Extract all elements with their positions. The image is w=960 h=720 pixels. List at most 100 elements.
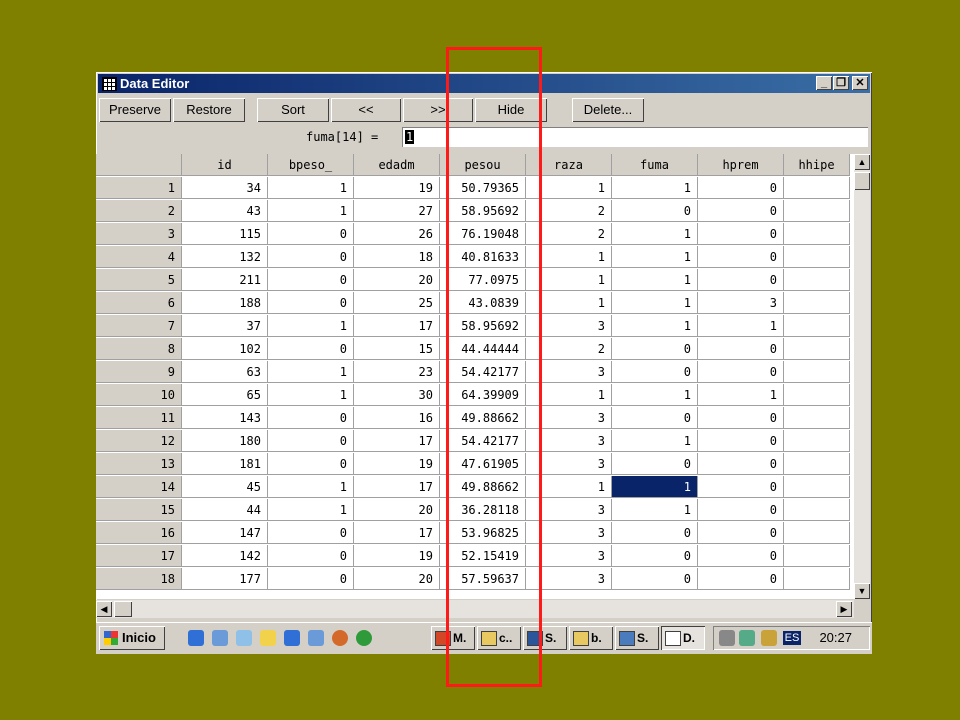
cell-edadm[interactable]: 27 (354, 200, 440, 222)
row-number[interactable]: 10 (96, 384, 182, 406)
cell-fuma[interactable]: 1 (612, 430, 698, 452)
start-button[interactable]: Inicio (99, 626, 165, 650)
row-number[interactable]: 4 (96, 246, 182, 268)
cell-hhipe[interactable] (784, 568, 850, 590)
scroll-down-icon[interactable]: ▼ (854, 583, 870, 599)
row-number[interactable]: 15 (96, 499, 182, 521)
cell-bpeso[interactable]: 0 (268, 430, 354, 452)
cell-bpeso[interactable]: 0 (268, 223, 354, 245)
cell-id[interactable]: 63 (182, 361, 268, 383)
cell-hprem[interactable]: 0 (698, 453, 784, 475)
cell-hhipe[interactable] (784, 269, 850, 291)
cell-hprem[interactable]: 1 (698, 315, 784, 337)
hscroll-thumb[interactable] (114, 601, 132, 617)
browser-icon[interactable] (284, 630, 300, 646)
language-indicator[interactable]: ES (783, 631, 801, 645)
cell-fuma[interactable]: 1 (612, 499, 698, 521)
cell-hprem[interactable]: 0 (698, 568, 784, 590)
cell-hhipe[interactable] (784, 476, 850, 498)
volume-icon[interactable] (719, 630, 735, 646)
cell-bpeso[interactable]: 1 (268, 177, 354, 199)
minimize-button[interactable]: _ (816, 76, 832, 90)
column-header-bpeso[interactable]: bpeso_ (268, 154, 354, 176)
cell-bpeso[interactable]: 0 (268, 545, 354, 567)
row-number[interactable]: 11 (96, 407, 182, 429)
firefox-icon[interactable] (332, 630, 348, 646)
cell-bpeso[interactable]: 1 (268, 200, 354, 222)
cell-fuma[interactable]: 0 (612, 568, 698, 590)
cell-edadm[interactable]: 20 (354, 499, 440, 521)
cell-fuma[interactable]: 0 (612, 338, 698, 360)
internet-explorer-icon[interactable] (188, 630, 204, 646)
cell-hhipe[interactable] (784, 200, 850, 222)
grid-corner[interactable] (96, 154, 182, 176)
network-tray-icon[interactable] (739, 630, 755, 646)
cell-fuma[interactable]: 0 (612, 545, 698, 567)
network-icon[interactable] (212, 630, 228, 646)
cell-edadm[interactable]: 16 (354, 407, 440, 429)
taskbar-task-button[interactable]: S. (615, 626, 659, 650)
row-number[interactable]: 3 (96, 223, 182, 245)
cell-id[interactable]: 43 (182, 200, 268, 222)
desktop-icon[interactable] (236, 630, 252, 646)
cell-id[interactable]: 115 (182, 223, 268, 245)
cell-id[interactable]: 143 (182, 407, 268, 429)
cell-fuma[interactable]: 0 (612, 453, 698, 475)
cell-hhipe[interactable] (784, 407, 850, 429)
cell-fuma[interactable]: 1 (612, 292, 698, 314)
cell-fuma[interactable]: 0 (612, 407, 698, 429)
row-number[interactable]: 1 (96, 177, 182, 199)
cell-hprem[interactable]: 0 (698, 338, 784, 360)
cell-fuma[interactable]: 1 (612, 315, 698, 337)
cell-id[interactable]: 65 (182, 384, 268, 406)
cell-fuma[interactable]: 1 (612, 476, 698, 498)
cell-bpeso[interactable]: 0 (268, 522, 354, 544)
network-2-icon[interactable] (308, 630, 324, 646)
row-number[interactable]: 6 (96, 292, 182, 314)
cell-hhipe[interactable] (784, 338, 850, 360)
row-number[interactable]: 12 (96, 430, 182, 452)
cell-edadm[interactable]: 18 (354, 246, 440, 268)
cell-fuma[interactable]: 1 (612, 223, 698, 245)
cell-hprem[interactable]: 3 (698, 292, 784, 314)
cell-edadm[interactable]: 23 (354, 361, 440, 383)
cell-fuma[interactable]: 1 (612, 177, 698, 199)
scroll-left-icon[interactable]: ◀ (96, 601, 112, 617)
cell-fuma[interactable]: 1 (612, 246, 698, 268)
row-number[interactable]: 14 (96, 476, 182, 498)
cell-hprem[interactable]: 0 (698, 246, 784, 268)
cell-bpeso[interactable]: 1 (268, 315, 354, 337)
cell-bpeso[interactable]: 1 (268, 476, 354, 498)
previous-button[interactable]: << (331, 98, 401, 122)
cell-edadm[interactable]: 15 (354, 338, 440, 360)
cell-id[interactable]: 180 (182, 430, 268, 452)
delete-button[interactable]: Delete... (572, 98, 644, 122)
cell-edadm[interactable]: 20 (354, 568, 440, 590)
cell-edadm[interactable]: 19 (354, 545, 440, 567)
cell-hhipe[interactable] (784, 246, 850, 268)
cell-id[interactable]: 37 (182, 315, 268, 337)
column-header-edadm[interactable]: edadm (354, 154, 440, 176)
cell-edadm[interactable]: 17 (354, 315, 440, 337)
cell-hprem[interactable]: 0 (698, 476, 784, 498)
cell-id[interactable]: 34 (182, 177, 268, 199)
row-number[interactable]: 16 (96, 522, 182, 544)
cell-hhipe[interactable] (784, 545, 850, 567)
cell-id[interactable]: 142 (182, 545, 268, 567)
row-number[interactable]: 7 (96, 315, 182, 337)
cell-hprem[interactable]: 0 (698, 200, 784, 222)
cell-hhipe[interactable] (784, 453, 850, 475)
column-header-hhipe[interactable]: hhipe (784, 154, 850, 176)
scroll-right-icon[interactable]: ▶ (836, 601, 852, 617)
cell-fuma[interactable]: 0 (612, 522, 698, 544)
cell-hhipe[interactable] (784, 384, 850, 406)
restore-button[interactable]: Restore (173, 98, 245, 122)
taskbar-task-button[interactable]: D. (661, 626, 705, 650)
cell-bpeso[interactable]: 0 (268, 338, 354, 360)
cell-fuma[interactable]: 1 (612, 384, 698, 406)
cell-hhipe[interactable] (784, 522, 850, 544)
cell-bpeso[interactable]: 0 (268, 269, 354, 291)
cell-hhipe[interactable] (784, 177, 850, 199)
row-number[interactable]: 9 (96, 361, 182, 383)
vertical-scrollbar[interactable]: ▲ ▼ (854, 154, 870, 599)
